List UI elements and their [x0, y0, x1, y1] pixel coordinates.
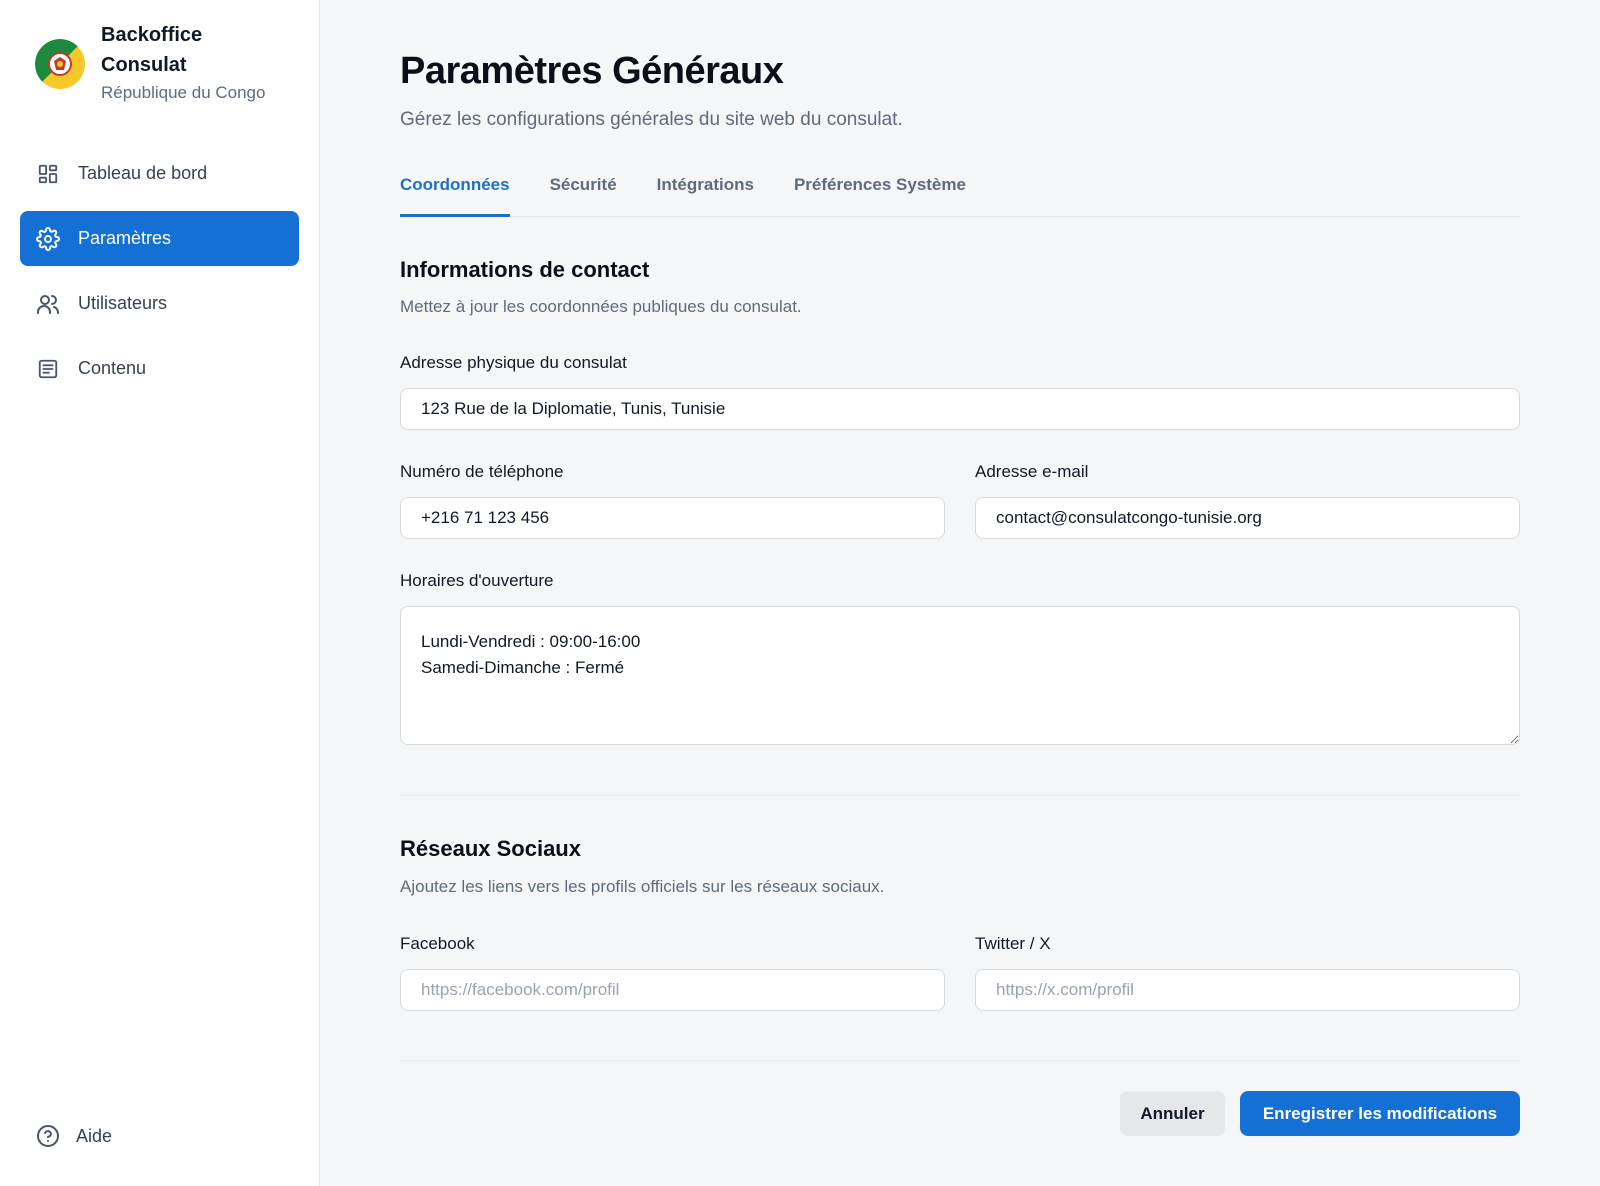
twitter-label: Twitter / X: [975, 934, 1051, 953]
app-title: Backoffice Consulat: [101, 24, 203, 76]
tab-integrations[interactable]: Intégrations: [657, 172, 754, 217]
page-title: Paramètres Généraux: [400, 50, 784, 92]
footer-divider: [400, 1060, 1520, 1061]
cancel-button[interactable]: Annuler: [1120, 1091, 1225, 1136]
section-divider: [400, 795, 1520, 796]
sidebar-item-help[interactable]: Aide: [36, 1124, 112, 1148]
email-label: Adresse e-mail: [975, 462, 1089, 481]
social-section-title: Réseaux Sociaux: [400, 836, 581, 861]
address-label: Adresse physique du consulat: [400, 353, 627, 372]
tab-preferences-systeme[interactable]: Préférences Système: [794, 172, 966, 217]
help-label: Aide: [76, 1125, 113, 1146]
contact-section-subtitle: Mettez à jour les coordonnées publiques …: [400, 297, 802, 316]
sidebar-item-content[interactable]: Contenu: [20, 341, 299, 396]
users-icon: [36, 292, 60, 316]
twitter-input[interactable]: [975, 969, 1520, 1011]
sidebar-item-settings[interactable]: Paramètres: [20, 211, 299, 266]
social-section-subtitle: Ajoutez les liens vers les profils offic…: [400, 877, 885, 896]
page-subtitle: Gérez les configurations générales du si…: [400, 109, 903, 130]
email-input[interactable]: [975, 497, 1520, 539]
phone-label: Numéro de téléphone: [400, 462, 564, 481]
sidebar-item-label: Tableau de bord: [78, 163, 208, 183]
app-subtitle: République du Congo: [101, 83, 266, 102]
sidebar-item-label: Paramètres: [78, 228, 172, 248]
brand: Backoffice Consulat République du Congo: [35, 20, 265, 104]
dashboard-icon: [36, 162, 60, 186]
settings-tabs: Coordonnées Sécurité Intégrations Préfér…: [400, 172, 1520, 217]
document-icon: [36, 357, 60, 381]
help-circle-icon: [36, 1124, 60, 1148]
sidebar-item-dashboard[interactable]: Tableau de bord: [20, 146, 299, 201]
sidebar-item-label: Utilisateurs: [78, 293, 168, 313]
sidebar-item-label: Contenu: [78, 358, 147, 378]
phone-input[interactable]: [400, 497, 945, 539]
opening-hours-textarea[interactable]: Lundi-Vendredi : 09:00-16:00 Samedi-Dima…: [400, 606, 1520, 745]
contact-section-title: Informations de contact: [400, 257, 650, 282]
opening-hours-label: Horaires d'ouverture: [400, 571, 554, 590]
tab-securite[interactable]: Sécurité: [550, 172, 617, 217]
address-input[interactable]: [400, 388, 1520, 430]
facebook-label: Facebook: [400, 934, 475, 953]
tab-coordonnees[interactable]: Coordonnées: [400, 172, 510, 217]
consulate-emblem-logo: [35, 39, 85, 89]
save-button[interactable]: Enregistrer les modifications: [1240, 1091, 1520, 1136]
sidebar-item-users[interactable]: Utilisateurs: [20, 276, 299, 331]
gear-icon: [36, 226, 60, 251]
facebook-input[interactable]: [400, 969, 945, 1011]
sidebar-nav: Tableau de bord Paramètres Utilisateurs: [20, 146, 299, 406]
sidebar: Backoffice Consulat République du Congo …: [0, 0, 320, 1186]
